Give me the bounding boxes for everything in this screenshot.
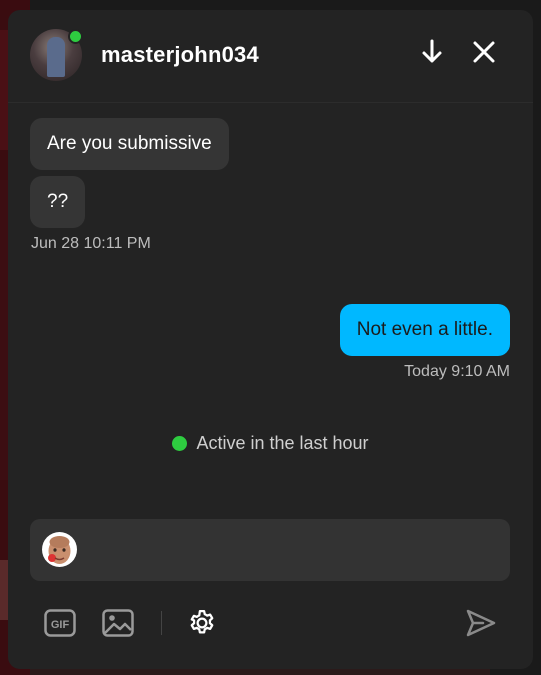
active-status: Active in the last hour xyxy=(8,433,533,454)
message-input[interactable] xyxy=(88,527,502,575)
arrow-down-icon xyxy=(422,39,442,63)
message-bubble-outgoing[interactable]: Not even a little. xyxy=(339,304,510,356)
settings-button[interactable] xyxy=(185,606,219,640)
message-timestamp: Today 9:10 AM xyxy=(404,363,510,380)
gif-button[interactable]: GIF xyxy=(43,606,77,640)
memoji-avatar-icon xyxy=(48,536,71,564)
online-indicator xyxy=(68,29,83,44)
close-icon xyxy=(473,41,495,63)
gif-icon: GIF xyxy=(44,609,76,637)
message-bubble-incoming[interactable]: Are you submissive xyxy=(30,118,229,170)
message-bubble-incoming[interactable]: ?? xyxy=(30,176,86,228)
toolbar-divider xyxy=(161,611,162,635)
minimize-button[interactable] xyxy=(418,38,446,66)
status-dot xyxy=(172,436,188,451)
gear-icon xyxy=(190,610,214,634)
close-button[interactable] xyxy=(470,38,498,66)
send-button[interactable] xyxy=(464,606,498,640)
message-timestamp: Jun 28 10:11 PM xyxy=(31,235,151,252)
send-icon xyxy=(466,609,496,637)
gif-label: GIF xyxy=(51,619,70,631)
chat-header: masterjohn034 xyxy=(8,10,533,103)
avatar-figure xyxy=(47,37,65,77)
image-icon xyxy=(102,609,134,637)
image-button[interactable] xyxy=(101,606,135,640)
message-composer xyxy=(30,519,510,581)
chat-panel: masterjohn034 Are you submissive ?? Jun … xyxy=(8,10,533,669)
active-status-text: Active in the last hour xyxy=(196,433,369,453)
avatar[interactable] xyxy=(42,532,77,567)
chat-username[interactable]: masterjohn034 xyxy=(101,42,259,68)
